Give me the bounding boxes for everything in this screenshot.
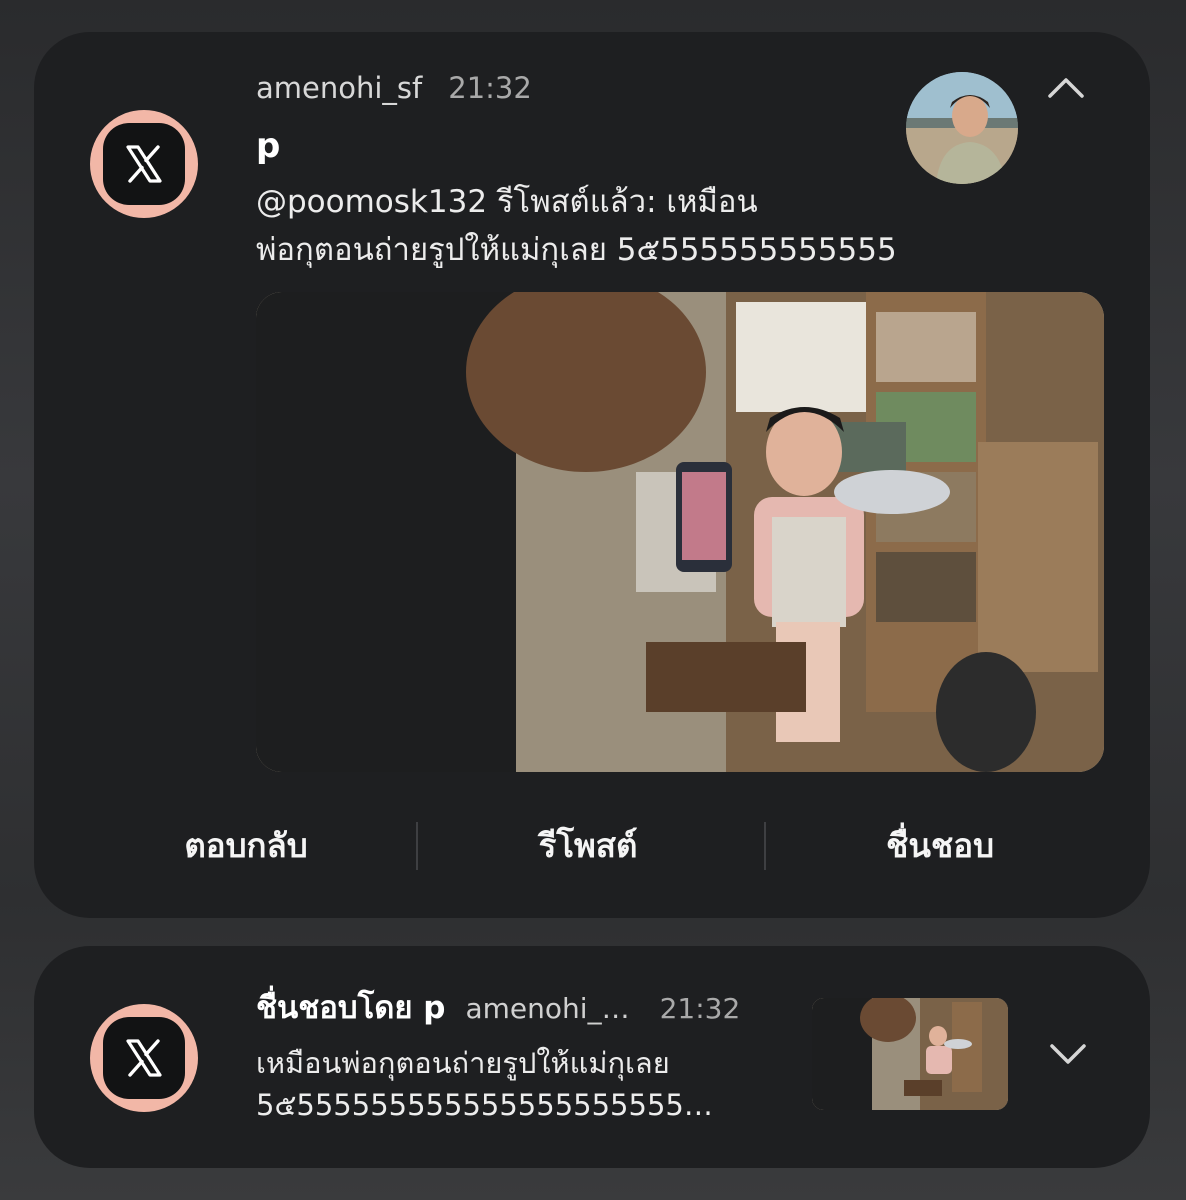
notification-body-line: 5๕555555555555555555555… bbox=[256, 1088, 713, 1122]
notification-time: 21:32 bbox=[659, 992, 741, 1025]
notification-body: เหมือนพ่อกุตอนถ่ายรูปให้แม่กุเลย 5๕55555… bbox=[256, 1042, 796, 1126]
x-logo-icon bbox=[126, 1039, 162, 1077]
attached-photo[interactable] bbox=[256, 292, 1104, 772]
sender-username: amenohi_sf bbox=[256, 71, 423, 105]
notification-body-line: เหมือนพ่อกุตอนถ่ายรูปให้แม่กุเลย bbox=[256, 1046, 670, 1080]
notification-meta: amenohi_sf 21:32 bbox=[256, 70, 532, 106]
notification-title: ชื่นชอบโดย p bbox=[256, 990, 446, 1026]
divider bbox=[764, 822, 766, 870]
x-app-icon bbox=[90, 110, 198, 218]
like-button[interactable]: ชื่นชอบ bbox=[790, 818, 1090, 874]
divider bbox=[416, 822, 418, 870]
repost-button[interactable]: รีโพสต์ bbox=[438, 818, 738, 874]
reply-button[interactable]: ตอบกลับ bbox=[96, 818, 396, 874]
notification-card-collapsed[interactable]: ชื่นชอบโดย p amenohi_… 21:32 เหมือนพ่อกุตอ… bbox=[34, 946, 1150, 1168]
sender-handle: amenohi_… bbox=[465, 992, 630, 1025]
notification-title: p bbox=[256, 126, 281, 166]
notification-body: @poomosk132 รีโพสต์แล้ว: เหมือน พ่อกุตอน… bbox=[256, 178, 896, 274]
notification-body-line: พ่อกุตอนถ่ายรูปให้แม่กุเลย 5๕55555555555… bbox=[256, 232, 896, 268]
x-app-icon bbox=[90, 1004, 198, 1112]
x-logo-icon bbox=[126, 145, 162, 183]
avatar bbox=[906, 72, 1018, 184]
notification-body-line: @poomosk132 รีโพสต์แล้ว: เหมือน bbox=[256, 184, 758, 220]
notification-time: 21:32 bbox=[448, 71, 532, 105]
chevron-down-icon[interactable] bbox=[1046, 1032, 1090, 1076]
chevron-up-icon[interactable] bbox=[1044, 66, 1088, 110]
photo-thumbnail[interactable] bbox=[812, 998, 1008, 1110]
notification-card-expanded[interactable]: amenohi_sf 21:32 p @poomosk132 รีโพสต์แล้… bbox=[34, 32, 1150, 918]
notification-header: ชื่นชอบโดย p amenohi_… 21:32 bbox=[256, 988, 740, 1029]
notification-actions: ตอบกลับ รีโพสต์ ชื่นชอบ bbox=[34, 818, 1150, 874]
